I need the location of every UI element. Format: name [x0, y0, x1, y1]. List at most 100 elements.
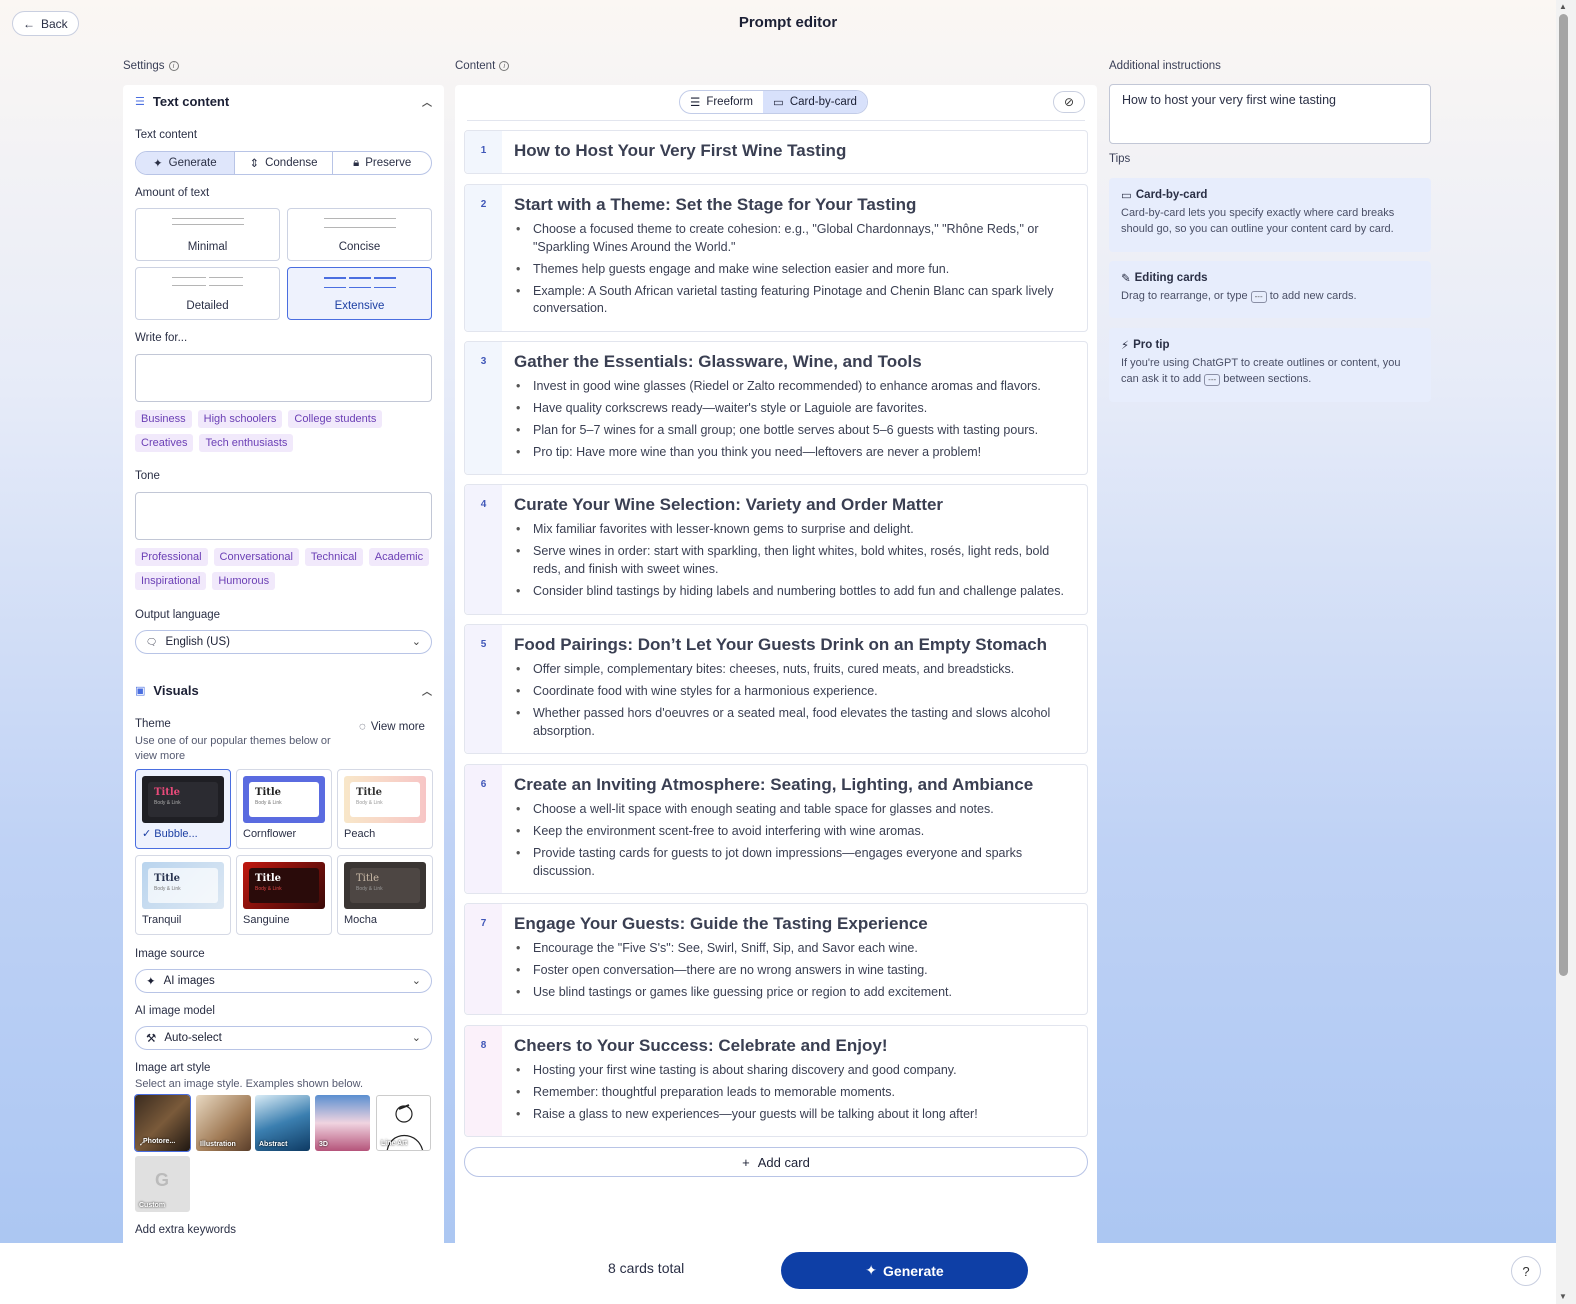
theme-peach[interactable]: Title Body & Link Peach — [337, 769, 433, 849]
theme-sanguine[interactable]: Title Body & Link Sanguine — [236, 855, 332, 935]
content-card[interactable]: 2 Start with a Theme: Set the Stage for … — [464, 184, 1088, 332]
card-bullet[interactable]: Encourage the "Five S's": See, Swirl, Sn… — [514, 940, 1075, 958]
mode-preserve[interactable]: 🔒︎ Preserve — [333, 152, 431, 174]
card-bullet[interactable]: Keep the environment scent-free to avoid… — [514, 823, 1075, 841]
content-card[interactable]: 3 Gather the Essentials: Glassware, Wine… — [464, 341, 1088, 475]
card-bullet[interactable]: Serve wines in order: start with sparkli… — [514, 543, 1075, 578]
tone-chip[interactable]: Conversational — [213, 548, 299, 566]
card-bullet[interactable]: Consider blind tastings by hiding labels… — [514, 583, 1075, 601]
art-style-3d[interactable]: 3D — [315, 1095, 370, 1151]
card-bullet[interactable]: Choose a well-lit space with enough seat… — [514, 801, 1075, 819]
chevron-down-icon: ⌄ — [411, 975, 421, 987]
divider-shortcut: --- — [1204, 374, 1221, 386]
write-for-input[interactable] — [135, 354, 432, 402]
card-title[interactable]: Gather the Essentials: Glassware, Wine, … — [514, 351, 1075, 373]
content-card[interactable]: 7 Engage Your Guests: Guide the Tasting … — [464, 903, 1088, 1015]
scrollbar-thumb[interactable] — [1559, 14, 1568, 976]
art-style-custom[interactable]: G Custom — [135, 1156, 190, 1212]
info-icon[interactable]: i — [168, 61, 179, 71]
tone-chip[interactable]: Academic — [368, 548, 430, 566]
tip-pro-tip: ⚡︎ Pro tip If you're using ChatGPT to cre… — [1109, 328, 1431, 402]
tone-chip[interactable]: Humorous — [212, 572, 276, 590]
card-bullet[interactable]: Choose a focused theme to create cohesio… — [514, 221, 1075, 256]
card-bullet[interactable]: Provide tasting cards for guests to jot … — [514, 845, 1075, 880]
text-content-section-header[interactable]: ☰ Text content ︿ — [135, 90, 432, 112]
theme-cornflower[interactable]: Title Body & Link Cornflower — [236, 769, 332, 849]
card-title[interactable]: Engage Your Guests: Guide the Tasting Ex… — [514, 913, 1075, 935]
card-title[interactable]: Create an Inviting Atmosphere: Seating, … — [514, 774, 1075, 796]
amount-label: Amount of text — [135, 187, 210, 199]
card-bullet[interactable]: Example: A South African varietal tastin… — [514, 283, 1075, 318]
art-style-illustration[interactable]: Illustration — [196, 1095, 251, 1151]
card-bullet[interactable]: Have quality corkscrews ready—waiter's s… — [514, 400, 1075, 418]
info-icon[interactable]: i — [499, 61, 510, 71]
content-card[interactable]: 8 Cheers to Your Success: Celebrate and … — [464, 1025, 1088, 1137]
view-more-themes-button[interactable]: ◌ View more — [359, 721, 425, 733]
art-style-abstract[interactable]: Abstract — [255, 1095, 310, 1151]
settings-panel: ☰ Text content ︿ Text content ✦ Generate … — [123, 85, 444, 1245]
image-source-select[interactable]: ✦ AI images ⌄ — [135, 969, 432, 993]
hide-images-toggle[interactable]: ⊘ — [1053, 91, 1085, 113]
card-number: 6 — [465, 765, 502, 893]
card-title[interactable]: Start with a Theme: Set the Stage for Yo… — [514, 194, 1075, 216]
card-bullet[interactable]: Themes help guests engage and make wine … — [514, 261, 1075, 279]
card-bullet[interactable]: Plan for 5–7 wines for a small group; on… — [514, 422, 1075, 440]
art-style-photorealistic[interactable]: ✓ Photore... — [134, 1094, 191, 1152]
mode-card-by-card[interactable]: ▭ Card-by-card — [762, 91, 867, 113]
tone-chip[interactable]: Professional — [135, 548, 208, 566]
visuals-section-header[interactable]: ▣ Visuals ︿ — [135, 679, 432, 701]
magic-wand-icon: ⚒ — [146, 1033, 157, 1045]
card-bullet[interactable]: Coordinate food with wine styles for a h… — [514, 683, 1075, 701]
ai-image-model-select[interactable]: ⚒ Auto-select ⌄ — [135, 1026, 432, 1050]
card-title[interactable]: Food Pairings: Don’t Let Your Guests Dri… — [514, 634, 1075, 656]
theme-mocha[interactable]: Title Body & Link Mocha — [337, 855, 433, 935]
mode-condense[interactable]: ⇕ Condense — [235, 152, 334, 174]
card-title[interactable]: Curate Your Wine Selection: Variety and … — [514, 494, 1075, 516]
art-style-line-art[interactable]: Line Art — [376, 1095, 431, 1151]
card-title[interactable]: Cheers to Your Success: Celebrate and En… — [514, 1035, 1075, 1057]
content-card[interactable]: 4 Curate Your Wine Selection: Variety an… — [464, 484, 1088, 615]
scroll-up-icon[interactable]: ▲ — [1559, 2, 1567, 11]
mode-generate[interactable]: ✦ Generate — [136, 152, 235, 174]
card-bullet[interactable]: Whether passed hors d'oeuvres or a seate… — [514, 705, 1075, 740]
card-bullet[interactable]: Invest in good wine glasses (Riedel or Z… — [514, 378, 1075, 396]
card-bullet[interactable]: Mix familiar favorites with lesser-known… — [514, 521, 1075, 539]
theme-bubble[interactable]: Title Body & Link ✓ Bubble... — [135, 769, 231, 849]
content-card[interactable]: 1 How to Host Your Very First Wine Tasti… — [464, 130, 1088, 174]
chevron-up-icon[interactable]: ︿ — [422, 94, 432, 109]
output-language-select[interactable]: 🗨 English (US) ⌄ — [135, 630, 432, 654]
amount-detailed[interactable]: Detailed — [135, 267, 280, 320]
amount-minimal[interactable]: Minimal — [135, 208, 280, 261]
audience-chip[interactable]: Business — [135, 410, 192, 428]
card-bullet[interactable]: Pro tip: Have more wine than you think y… — [514, 444, 1075, 462]
generate-button[interactable]: ✦ Generate — [781, 1252, 1028, 1289]
theme-tranquil[interactable]: Title Body & Link Tranquil — [135, 855, 231, 935]
add-card-button[interactable]: + Add card — [464, 1147, 1088, 1177]
tone-chip[interactable]: Inspirational — [135, 572, 207, 590]
card-bullet[interactable]: Use blind tastings or games like guessin… — [514, 984, 1075, 1002]
amount-extensive[interactable]: Extensive — [287, 267, 432, 320]
tone-chip[interactable]: Technical — [304, 548, 363, 566]
card-bullet[interactable]: Foster open conversation—there are no wr… — [514, 962, 1075, 980]
content-card[interactable]: 6 Create an Inviting Atmosphere: Seating… — [464, 764, 1088, 894]
mode-freeform[interactable]: ☰ Freeform — [680, 91, 763, 113]
palette-icon: ◌ — [359, 721, 366, 733]
amount-concise[interactable]: Concise — [287, 208, 432, 261]
card-title[interactable]: How to Host Your Very First Wine Tasting — [514, 140, 1075, 162]
card-bullet[interactable]: Offer simple, complementary bites: chees… — [514, 661, 1075, 679]
additional-instructions-input[interactable]: How to host your very first wine tasting — [1109, 84, 1431, 144]
card-bullet[interactable]: Raise a glass to new experiences—your gu… — [514, 1106, 1075, 1124]
scroll-down-icon[interactable]: ▼ — [1559, 1292, 1567, 1301]
help-button[interactable]: ? — [1511, 1256, 1541, 1286]
card-number: 1 — [465, 131, 502, 173]
audience-chip[interactable]: College students — [288, 410, 383, 428]
tone-input[interactable] — [135, 492, 432, 540]
audience-chip[interactable]: High schoolers — [197, 410, 283, 428]
content-card[interactable]: 5 Food Pairings: Don’t Let Your Guests D… — [464, 624, 1088, 754]
audience-chip[interactable]: Tech enthusiasts — [199, 434, 294, 452]
card-bullet[interactable]: Remember: thoughtful preparation leads t… — [514, 1084, 1075, 1102]
chevron-down-icon: ⌄ — [411, 636, 421, 648]
card-bullet[interactable]: Hosting your first wine tasting is about… — [514, 1062, 1075, 1080]
chevron-up-icon[interactable]: ︿ — [422, 683, 432, 698]
audience-chip[interactable]: Creatives — [135, 434, 194, 452]
